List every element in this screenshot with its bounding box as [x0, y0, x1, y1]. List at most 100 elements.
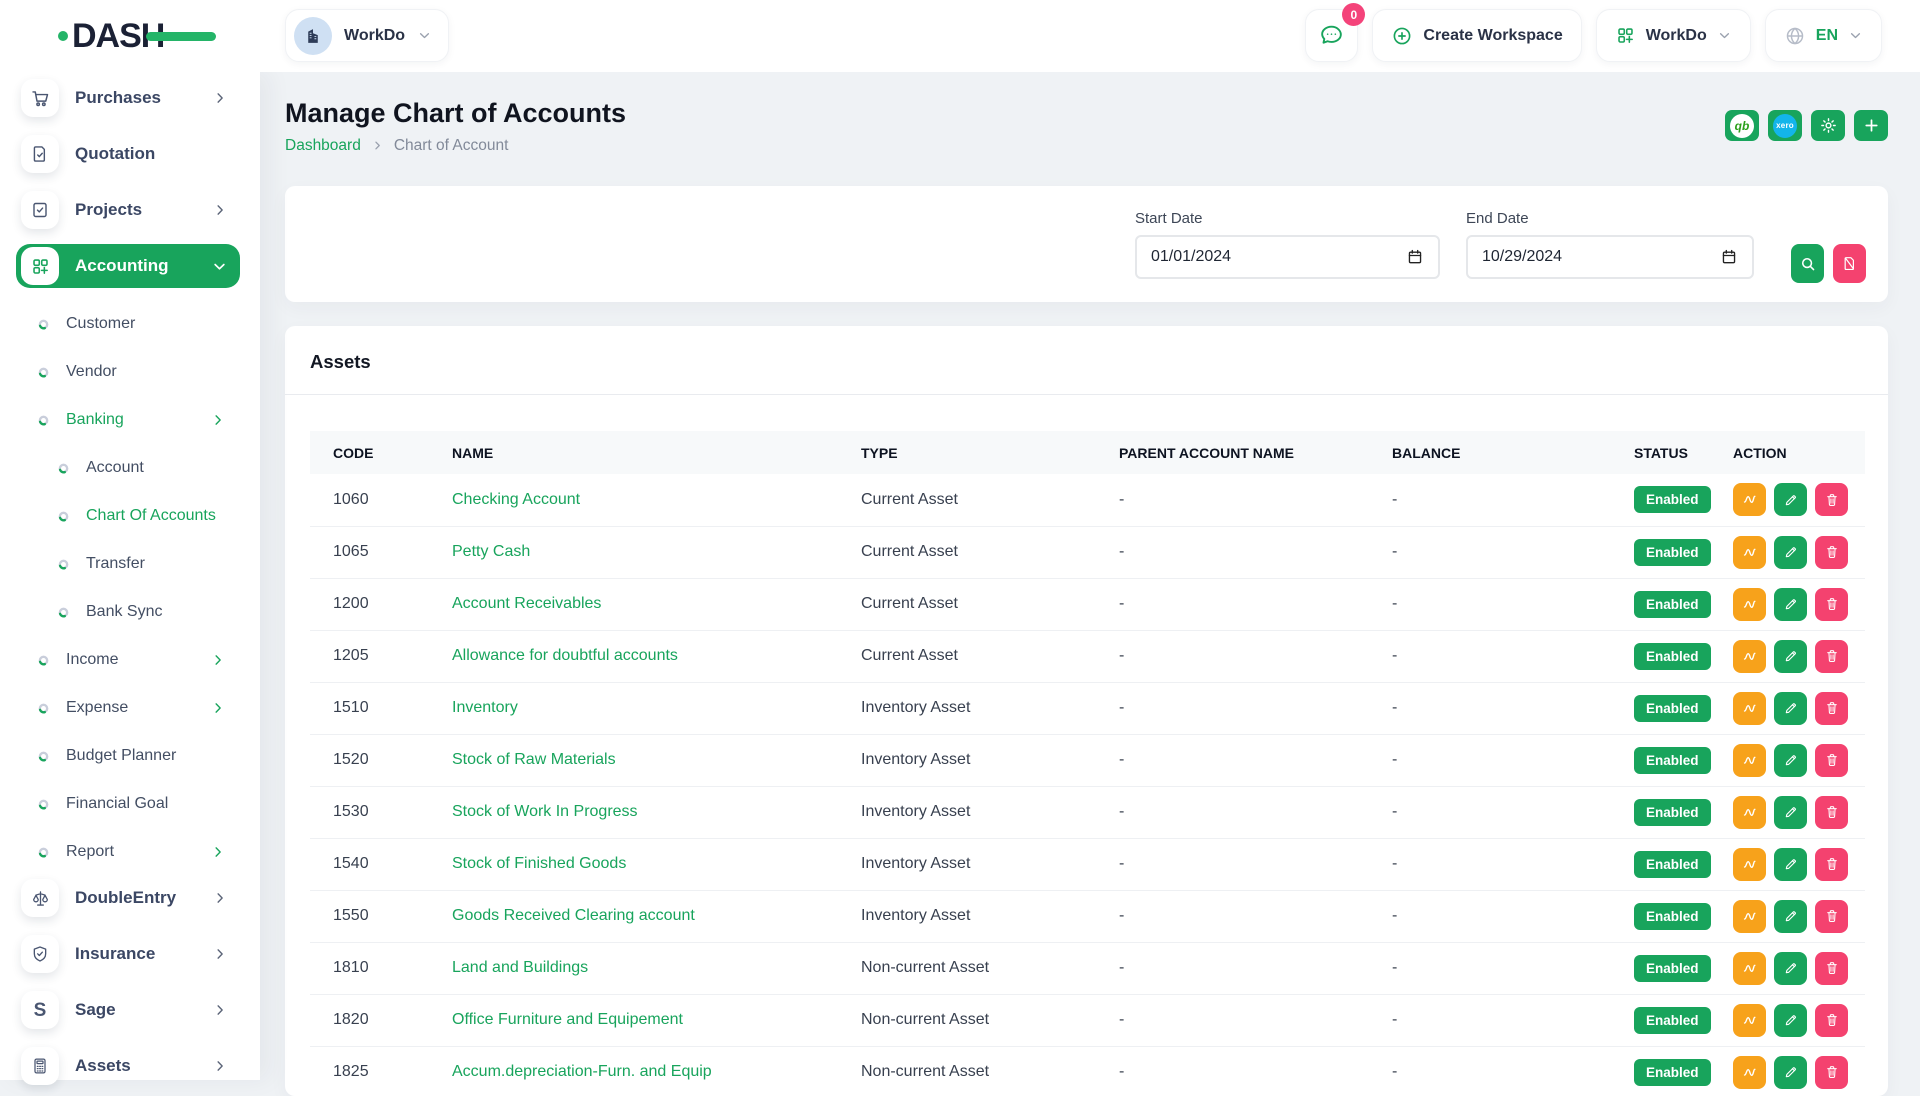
sidebar-item-financial-goal[interactable]: Financial Goal: [0, 780, 260, 828]
start-date-input[interactable]: 01/01/2024: [1135, 235, 1440, 279]
sidebar-item-vendor[interactable]: Vendor: [0, 348, 260, 396]
transactions-button[interactable]: [1733, 744, 1766, 777]
transactions-button[interactable]: [1733, 796, 1766, 829]
edit-button[interactable]: [1774, 640, 1807, 673]
bullet-icon: [58, 511, 69, 522]
accounts-card: Assets CODENAMETYPEPARENT ACCOUNT NAMEBA…: [285, 326, 1888, 1096]
pencil-icon: [1783, 1064, 1799, 1080]
account-name-link[interactable]: Office Furniture and Equipement: [452, 1011, 683, 1028]
edit-button[interactable]: [1774, 744, 1807, 777]
filter-reset-button[interactable]: [1833, 244, 1866, 283]
delete-button[interactable]: [1815, 483, 1848, 516]
edit-button[interactable]: [1774, 483, 1807, 516]
account-name-link[interactable]: Stock of Finished Goods: [452, 855, 626, 872]
transactions-button[interactable]: [1733, 1004, 1766, 1037]
account-name-link[interactable]: Stock of Raw Materials: [452, 751, 616, 768]
delete-button[interactable]: [1815, 1056, 1848, 1089]
xero-button[interactable]: xero: [1768, 110, 1802, 141]
delete-button[interactable]: [1815, 692, 1848, 725]
edit-button[interactable]: [1774, 952, 1807, 985]
account-name-link[interactable]: Allowance for doubtful accounts: [452, 647, 678, 664]
calendar-icon[interactable]: [1720, 248, 1738, 266]
sidebar-item-purchases[interactable]: Purchases: [16, 76, 240, 120]
activity-icon: [1741, 648, 1758, 665]
sidebar-item-budget-planner[interactable]: Budget Planner: [0, 732, 260, 780]
edit-button[interactable]: [1774, 900, 1807, 933]
transactions-button[interactable]: [1733, 588, 1766, 621]
account-name-link[interactable]: Accum.depreciation-Furn. and Equip: [452, 1063, 712, 1080]
delete-button[interactable]: [1815, 952, 1848, 985]
transactions-button[interactable]: [1733, 536, 1766, 569]
delete-button[interactable]: [1815, 536, 1848, 569]
transactions-button[interactable]: [1733, 692, 1766, 725]
account-name-link[interactable]: Account Receivables: [452, 595, 601, 612]
parent-account-name: -: [1096, 578, 1369, 630]
transactions-button[interactable]: [1733, 483, 1766, 516]
sidebar-item-doubleentry[interactable]: DoubleEntry: [16, 876, 240, 920]
header-actions: 0 Create Workspace WorkDo EN: [1305, 9, 1882, 62]
notification-badge: 0: [1342, 3, 1365, 26]
table-header-row: CODENAMETYPEPARENT ACCOUNT NAMEBALANCEST…: [310, 431, 1865, 474]
edit-button[interactable]: [1774, 1056, 1807, 1089]
quickbooks-button[interactable]: qb: [1725, 110, 1759, 141]
row-actions: [1733, 692, 1865, 725]
edit-button[interactable]: [1774, 536, 1807, 569]
edit-button[interactable]: [1774, 1004, 1807, 1037]
sidebar-item-bank-sync[interactable]: Bank Sync: [0, 588, 260, 636]
edit-button[interactable]: [1774, 848, 1807, 881]
sidebar-item-expense[interactable]: Expense: [0, 684, 260, 732]
transactions-button[interactable]: [1733, 900, 1766, 933]
account-name-link[interactable]: Inventory: [452, 699, 518, 716]
language-selector[interactable]: EN: [1765, 9, 1882, 62]
sidebar-item-income[interactable]: Income: [0, 636, 260, 684]
trash-icon: [1824, 856, 1840, 872]
edit-button[interactable]: [1774, 692, 1807, 725]
brand-logo[interactable]: DASH: [58, 19, 208, 53]
bullet-icon: [38, 415, 49, 426]
app-switcher-button[interactable]: WorkDo: [1596, 9, 1751, 62]
settings-button[interactable]: [1811, 110, 1845, 141]
trash-icon: [1824, 1012, 1840, 1028]
delete-button[interactable]: [1815, 848, 1848, 881]
edit-button[interactable]: [1774, 588, 1807, 621]
edit-button[interactable]: [1774, 796, 1807, 829]
account-name-link[interactable]: Petty Cash: [452, 543, 530, 560]
sidebar-item-insurance[interactable]: Insurance: [16, 932, 240, 976]
account-name-link[interactable]: Goods Received Clearing account: [452, 907, 695, 924]
end-date-input[interactable]: 10/29/2024: [1466, 235, 1754, 279]
delete-button[interactable]: [1815, 900, 1848, 933]
transactions-button[interactable]: [1733, 1056, 1766, 1089]
messages-button[interactable]: 0: [1305, 9, 1358, 62]
sidebar-item-chart-of-accounts[interactable]: Chart Of Accounts: [0, 492, 260, 540]
status-badge: Enabled: [1634, 1007, 1711, 1034]
sidebar-item-projects[interactable]: Projects: [16, 188, 240, 232]
sidebar-item-sage[interactable]: S Sage: [16, 988, 240, 1032]
delete-button[interactable]: [1815, 796, 1848, 829]
delete-button[interactable]: [1815, 744, 1848, 777]
transactions-button[interactable]: [1733, 640, 1766, 673]
account-name-link[interactable]: Checking Account: [452, 491, 580, 508]
calendar-icon[interactable]: [1406, 248, 1424, 266]
sidebar-item-transfer[interactable]: Transfer: [0, 540, 260, 588]
sidebar-item-account[interactable]: Account: [0, 444, 260, 492]
sidebar-item-accounting[interactable]: Accounting: [16, 244, 240, 288]
add-account-button[interactable]: [1854, 110, 1888, 141]
transactions-button[interactable]: [1733, 848, 1766, 881]
sidebar-item-quotation[interactable]: Quotation: [16, 132, 240, 176]
breadcrumb-dashboard-link[interactable]: Dashboard: [285, 136, 361, 155]
sidebar-item-label: Report: [66, 843, 114, 861]
account-name-link[interactable]: Land and Buildings: [452, 959, 588, 976]
delete-button[interactable]: [1815, 588, 1848, 621]
delete-button[interactable]: [1815, 640, 1848, 673]
create-workspace-button[interactable]: Create Workspace: [1372, 9, 1581, 62]
sidebar-item-customer[interactable]: Customer: [0, 300, 260, 348]
sidebar-item-banking[interactable]: Banking: [0, 396, 260, 444]
sidebar-item-report[interactable]: Report: [0, 828, 260, 876]
delete-button[interactable]: [1815, 1004, 1848, 1037]
workspace-selector[interactable]: WorkDo: [285, 9, 449, 62]
bullet-icon: [38, 799, 49, 810]
account-name-link[interactable]: Stock of Work In Progress: [452, 803, 638, 820]
filter-search-button[interactable]: [1791, 244, 1824, 283]
transactions-button[interactable]: [1733, 952, 1766, 985]
row-actions: [1733, 848, 1865, 881]
